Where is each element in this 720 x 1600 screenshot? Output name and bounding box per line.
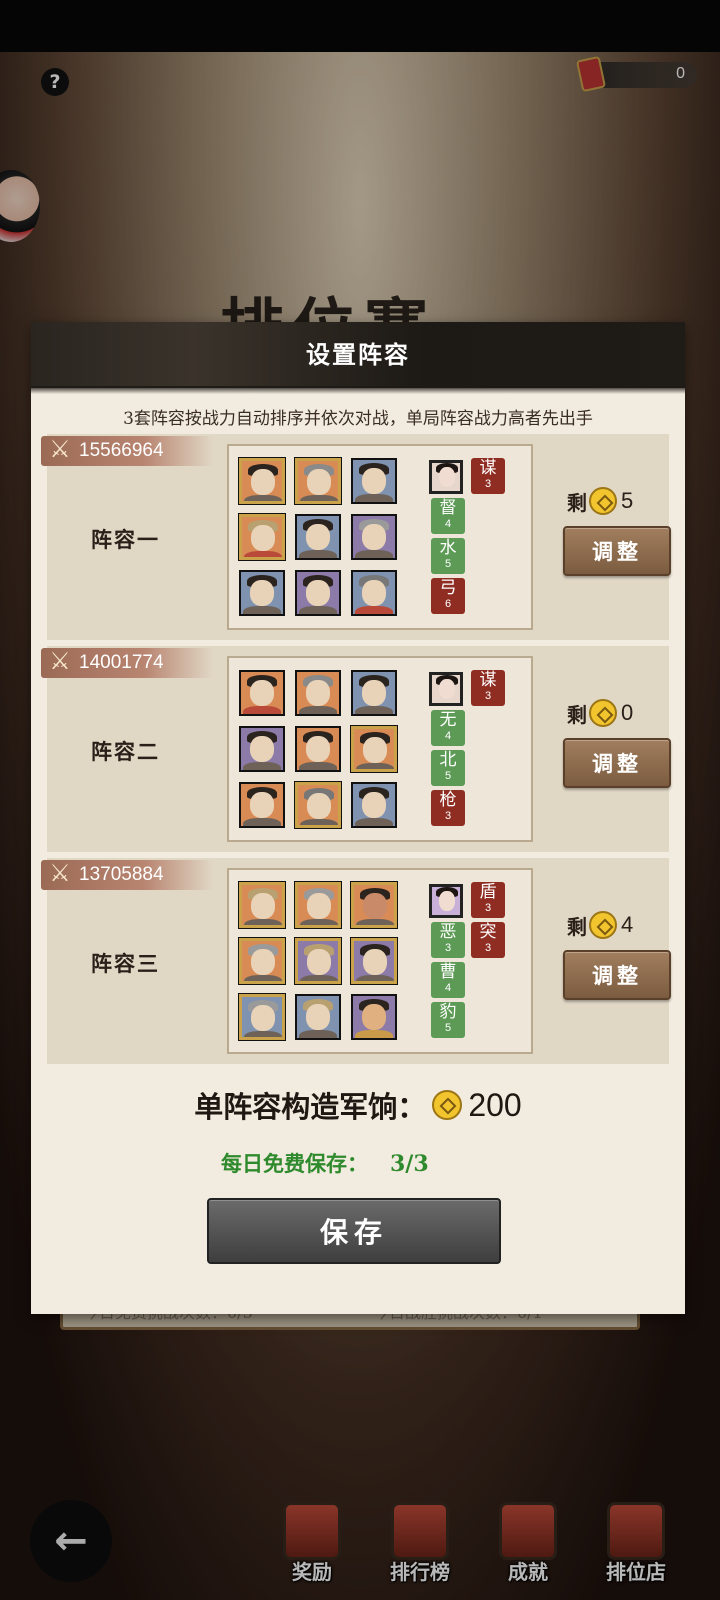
free-save-count: 3/3 (390, 1151, 429, 1177)
hero-portrait[interactable] (239, 670, 285, 716)
trait-tag: 枪3 (431, 790, 465, 826)
strategist-portrait[interactable] (429, 672, 463, 706)
free-save-line: 每日免费保存： 3/3 (221, 1148, 429, 1178)
trait-tag: 弓6 (431, 578, 465, 614)
cost-amount: 200 (468, 1086, 522, 1123)
coin-icon (432, 1090, 463, 1120)
dialog-hint: 3套阵容按战力自动排序并依次对战，单局阵容战力高者先出手 (123, 409, 593, 429)
hero-portrait[interactable] (238, 881, 286, 929)
adjust-button[interactable]: 调整 (563, 738, 671, 788)
lineup-name: 阵容三 (91, 951, 160, 976)
hero-portrait[interactable] (295, 994, 341, 1040)
hero-portrait[interactable] (295, 514, 341, 560)
lineup-card: ⚔ 13705884 阵容三 盾3 恶3 突3 曹4 豹5 剩4 调整 (41, 858, 671, 1064)
hero-portrait[interactable] (295, 570, 341, 616)
remaining-count: 剩5 (567, 487, 634, 515)
hero-portrait[interactable] (294, 881, 342, 929)
trait-tag: 无4 (431, 710, 465, 746)
trait-tag: 恶3 (431, 922, 465, 958)
sword-icon: ⚔ (49, 859, 71, 887)
hero-portrait[interactable] (350, 725, 398, 773)
hero-portrait[interactable] (294, 781, 342, 829)
hero-roster[interactable]: 谋3 无4 北5 枪3 (227, 656, 533, 842)
power-badge: ⚔ 15566964 (41, 435, 213, 466)
hero-portrait[interactable] (294, 937, 342, 985)
power-badge: ⚔ 13705884 (41, 859, 213, 890)
hero-portrait[interactable] (351, 514, 397, 560)
hero-portrait[interactable] (351, 458, 397, 504)
power-badge: ⚔ 14001774 (41, 647, 213, 678)
trait-tag: 水5 (431, 538, 465, 574)
hero-portrait[interactable] (239, 726, 285, 772)
hero-portrait[interactable] (295, 670, 341, 716)
trait-tag: 曹4 (431, 962, 465, 998)
hero-portrait[interactable] (239, 782, 285, 828)
trait-tag: 谋3 (471, 458, 505, 494)
strategist-portrait[interactable] (429, 884, 463, 918)
hero-roster[interactable]: 盾3 恶3 突3 曹4 豹5 (227, 868, 533, 1054)
hero-portrait[interactable] (238, 937, 286, 985)
hero-portrait[interactable] (350, 881, 398, 929)
power-value: 14001774 (79, 652, 164, 673)
hero-roster[interactable]: 谋3 督4 水5 弓6 (227, 444, 533, 630)
trait-tag: 盾3 (471, 882, 505, 918)
power-value: 13705884 (79, 864, 164, 885)
hero-portrait[interactable] (294, 457, 342, 505)
coin-icon (589, 487, 617, 515)
trait-tag: 豹5 (431, 1002, 465, 1038)
hero-portrait[interactable] (238, 993, 286, 1041)
trait-tag: 谋3 (471, 670, 505, 706)
coin-icon (589, 911, 617, 939)
hero-portrait[interactable] (350, 937, 398, 985)
remaining-count: 剩0 (567, 699, 634, 727)
dialog-title: 设置阵容 (31, 322, 685, 394)
adjust-button[interactable]: 调整 (563, 950, 671, 1000)
sword-icon: ⚔ (49, 435, 71, 463)
strategist-portrait[interactable] (429, 460, 463, 494)
lineup-name: 阵容二 (91, 739, 160, 764)
trait-tag: 突3 (471, 922, 505, 958)
free-save-label: 每日免费保存： (221, 1151, 368, 1176)
lineup-name: 阵容一 (91, 527, 160, 552)
cost-label: 单阵容构造军饷： (194, 1090, 427, 1124)
lineup-card: ⚔ 14001774 阵容二 谋3 无4 北5 枪3 剩0 调整 (41, 646, 671, 852)
adjust-button[interactable]: 调整 (563, 526, 671, 576)
save-button[interactable]: 保存 (207, 1198, 501, 1264)
hero-portrait[interactable] (351, 782, 397, 828)
status-bar (0, 0, 720, 52)
hero-portrait[interactable] (351, 670, 397, 716)
power-value: 15566964 (79, 440, 164, 461)
hero-portrait[interactable] (295, 726, 341, 772)
trait-tag: 督4 (431, 498, 465, 534)
hero-portrait[interactable] (238, 457, 286, 505)
cost-line: 单阵容构造军饷： 200 (31, 1084, 685, 1126)
lineup-card: ⚔ 15566964 阵容一 谋3 督4 水5 弓6 剩5 调整 (41, 434, 671, 640)
hero-portrait[interactable] (239, 570, 285, 616)
sword-icon: ⚔ (49, 647, 71, 675)
hero-portrait[interactable] (238, 513, 286, 561)
coin-icon (589, 699, 617, 727)
hero-portrait[interactable] (351, 994, 397, 1040)
trait-tag: 北5 (431, 750, 465, 786)
lineup-dialog: 设置阵容 3套阵容按战力自动排序并依次对战，单局阵容战力高者先出手 ⚔ 1556… (31, 322, 685, 1314)
remaining-count: 剩4 (567, 911, 634, 939)
hero-portrait[interactable] (351, 570, 397, 616)
